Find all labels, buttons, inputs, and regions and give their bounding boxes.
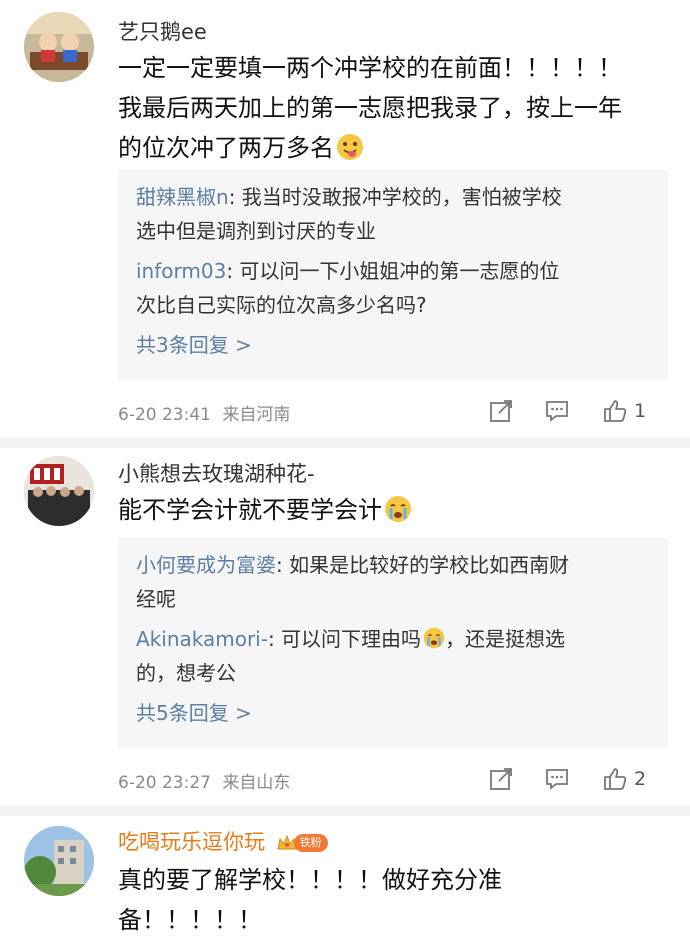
- username: 吃喝玩乐逗你玩 铁粉: [118, 826, 328, 856]
- reply-1: 小何要成为富婆: 如果是比较好的学校比如西南财 经呢: [136, 553, 570, 611]
- like-button[interactable]: 2: [602, 764, 646, 794]
- share-icon: [490, 400, 512, 422]
- divider: [0, 806, 690, 816]
- crying-emoji: [385, 496, 411, 522]
- comment-icon: [546, 769, 568, 790]
- share-icon: [490, 768, 512, 790]
- comment-meta: 6-20 23:41 来自河南: [118, 400, 290, 425]
- action-bar: 2: [488, 764, 668, 794]
- action-bar: 1: [488, 396, 668, 426]
- comment-text: 能不学会计就不要学会计: [118, 490, 658, 530]
- reply-author[interactable]: 小何要成为富婆: [136, 553, 276, 577]
- share-button[interactable]: [488, 396, 514, 426]
- reply-1: 甜辣黑椒n: 我当时没敢报冲学校的，害怕被学校 选中但是调剂到讨厌的专业: [136, 185, 562, 243]
- avatar[interactable]: [24, 826, 94, 896]
- like-icon: [604, 400, 627, 422]
- reply-author[interactable]: Akinakamori-: [136, 627, 268, 651]
- avatar[interactable]: [24, 456, 94, 526]
- username[interactable]: 小熊想去玫瑰湖种花-: [118, 458, 315, 488]
- avatar[interactable]: [24, 12, 94, 82]
- username[interactable]: 艺只鹅ee: [118, 16, 207, 46]
- like-count: 1: [634, 400, 647, 422]
- more-replies-link[interactable]: 共5条回复 >: [136, 696, 650, 730]
- like-count: 2: [634, 768, 647, 790]
- tongue-out-emoji: [337, 134, 363, 160]
- timestamp: 6-20 23:27: [118, 773, 211, 793]
- location: 来自河南: [222, 405, 291, 425]
- comment-text: 真的要了解学校！！！！做好充分准 备！！！！！: [118, 866, 502, 934]
- comment-icon: [546, 401, 568, 422]
- comment-button[interactable]: [544, 764, 570, 794]
- comment-button[interactable]: [544, 396, 570, 426]
- divider: [0, 438, 690, 448]
- timestamp: 6-20 23:41: [118, 405, 211, 425]
- share-button[interactable]: [488, 764, 514, 794]
- fan-badge: 铁粉: [276, 833, 328, 853]
- crying-emoji: [423, 627, 445, 649]
- reply-2: inform03: 可以问一下小姐姐冲的第一志愿的位 次比自己实际的位次高多少名…: [136, 259, 560, 317]
- reply-2: Akinakamori-: 可以问下理由吗 ，还是挺想选 的，想考公: [136, 627, 566, 685]
- location: 来自山东: [222, 773, 291, 793]
- reply-author[interactable]: 甜辣黑椒n: [136, 185, 229, 209]
- like-button[interactable]: 1: [602, 396, 646, 426]
- reply-author[interactable]: inform03: [136, 259, 226, 283]
- replies-box: 甜辣黑椒n: 我当时没敢报冲学校的，害怕被学校 选中但是调剂到讨厌的专业 inf…: [118, 170, 668, 380]
- like-icon: [604, 768, 627, 790]
- replies-box: 小何要成为富婆: 如果是比较好的学校比如西南财 经呢 Akinakamori-:…: [118, 538, 668, 748]
- more-replies-link[interactable]: 共3条回复 >: [136, 328, 650, 362]
- comment-text: 一定一定要填一两个冲学校的在前面！！！！！ 我最后两天加上的第一志愿把我录了，按…: [118, 54, 622, 162]
- comment-meta: 6-20 23:27 来自山东: [118, 768, 290, 793]
